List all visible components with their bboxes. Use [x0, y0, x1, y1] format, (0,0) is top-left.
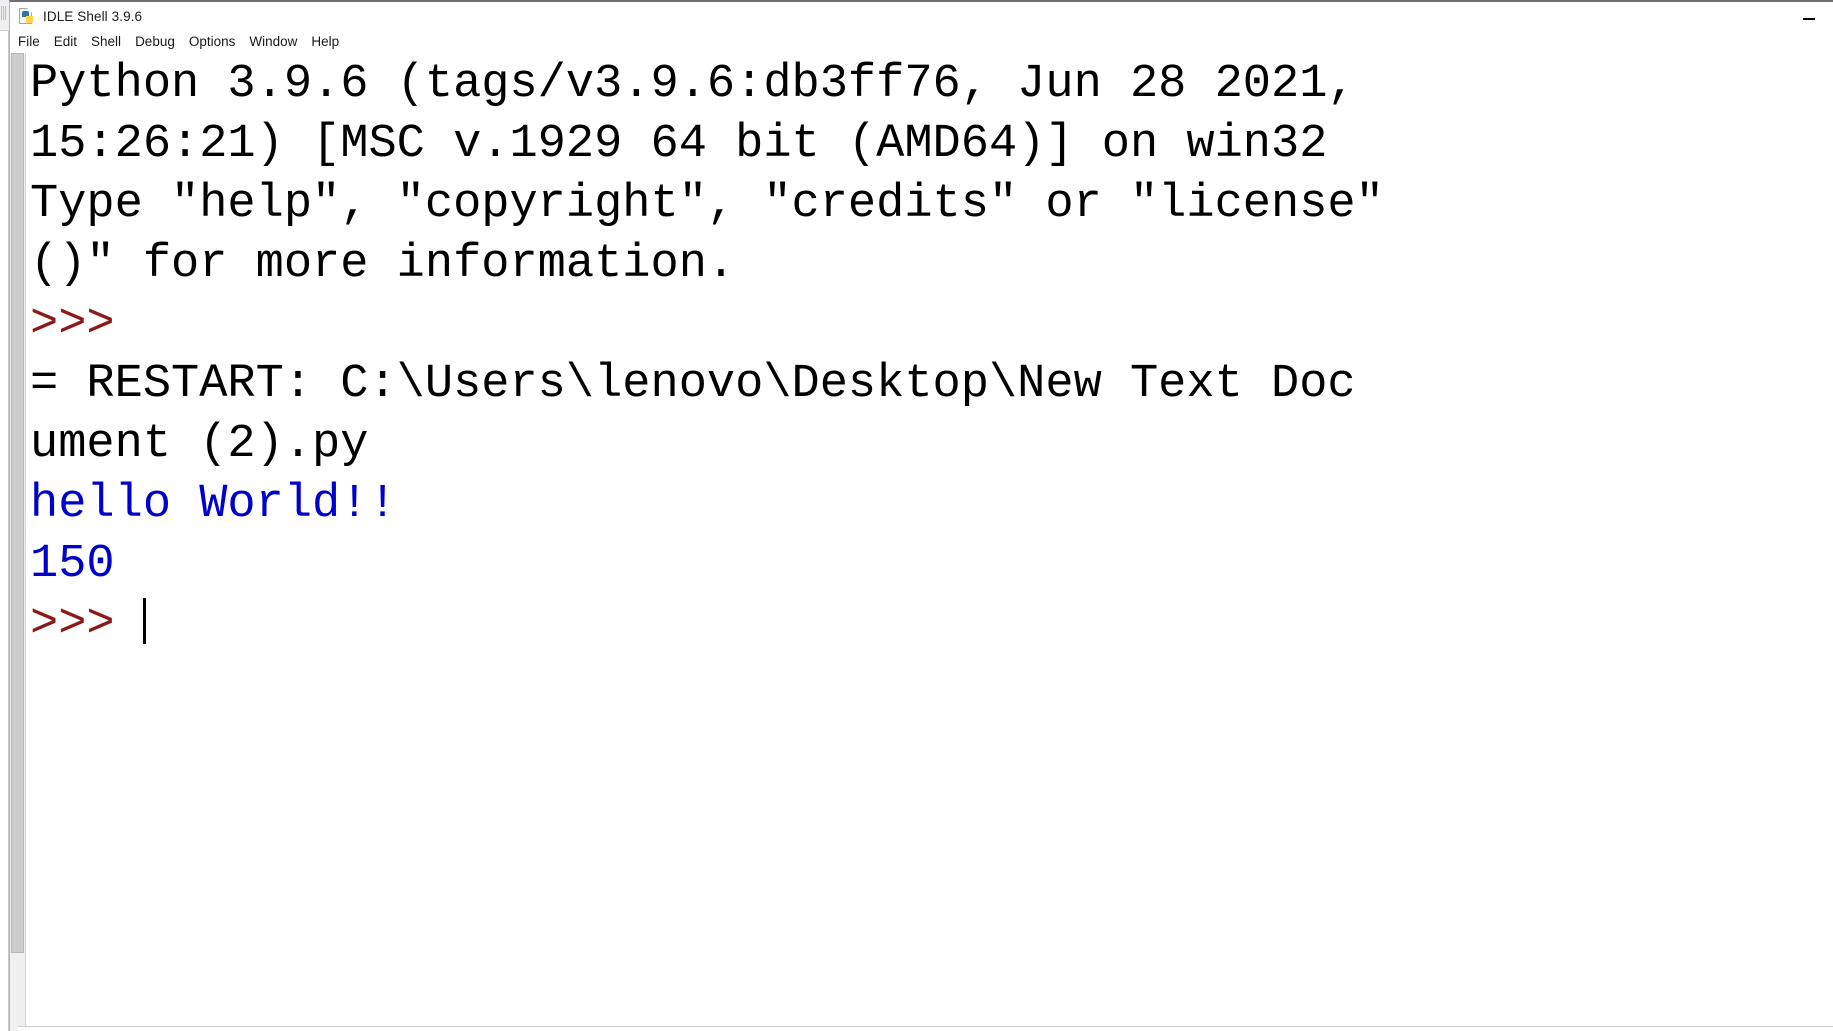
- shell-body: Python 3.9.6 (tags/v3.9.6:db3ff76, Jun 2…: [9, 53, 1833, 1031]
- menu-item-debug[interactable]: Debug: [135, 31, 183, 53]
- menu-item-file[interactable]: File: [18, 31, 48, 53]
- shell-prompt-line: >>>: [30, 298, 143, 351]
- window-bottom-frame: [18, 1026, 1833, 1031]
- shell-line: Python 3.9.6 (tags/v3.9.6:db3ff76, Jun 2…: [30, 58, 1356, 111]
- menu-item-edit[interactable]: Edit: [54, 31, 85, 53]
- shell-restart-line: = RESTART: C:\Users\lenovo\Desktop\New T…: [30, 358, 1356, 411]
- window-controls: [1785, 2, 1833, 33]
- minimize-icon: [1803, 17, 1815, 20]
- background-window-sliver[interactable]: [0, 0, 9, 1031]
- text-cursor: [142, 598, 146, 644]
- python-logo-yellow-icon: [26, 16, 33, 23]
- menubar: File Edit Shell Debug Options Window Hel…: [9, 31, 1833, 53]
- shell-line: Type "help", "copyright", "credits" or "…: [30, 178, 1384, 231]
- shell-output-line: hello World!!: [30, 478, 397, 531]
- idle-app-icon: [19, 8, 36, 25]
- shell-restart-line-wrap: ument (2).py: [30, 418, 369, 471]
- background-window-icon: [1, 6, 7, 20]
- vertical-scrollbar-thumb[interactable]: [11, 53, 24, 953]
- shell-prompt-symbol: >>>: [30, 598, 143, 651]
- menu-item-window[interactable]: Window: [249, 31, 305, 53]
- shell-line: 15:26:21) [MSC v.1929 64 bit (AMD64)] on…: [30, 118, 1328, 171]
- shell-text-area[interactable]: Python 3.9.6 (tags/v3.9.6:db3ff76, Jun 2…: [26, 53, 1833, 1031]
- shell-output-line: 150: [30, 538, 115, 591]
- idle-shell-window: IDLE Shell 3.9.6 File Edit Shell Debug O…: [9, 0, 1833, 1031]
- minimize-button[interactable]: [1785, 2, 1833, 33]
- vertical-scrollbar[interactable]: [10, 53, 26, 1031]
- shell-active-prompt-line[interactable]: >>>: [30, 595, 1833, 655]
- menu-item-options[interactable]: Options: [189, 31, 244, 53]
- menu-item-help[interactable]: Help: [311, 31, 347, 53]
- window-title: IDLE Shell 3.9.6: [43, 9, 143, 24]
- window-titlebar[interactable]: IDLE Shell 3.9.6: [9, 0, 1833, 31]
- menu-item-shell[interactable]: Shell: [91, 31, 129, 53]
- shell-line: ()" for more information.: [30, 238, 736, 291]
